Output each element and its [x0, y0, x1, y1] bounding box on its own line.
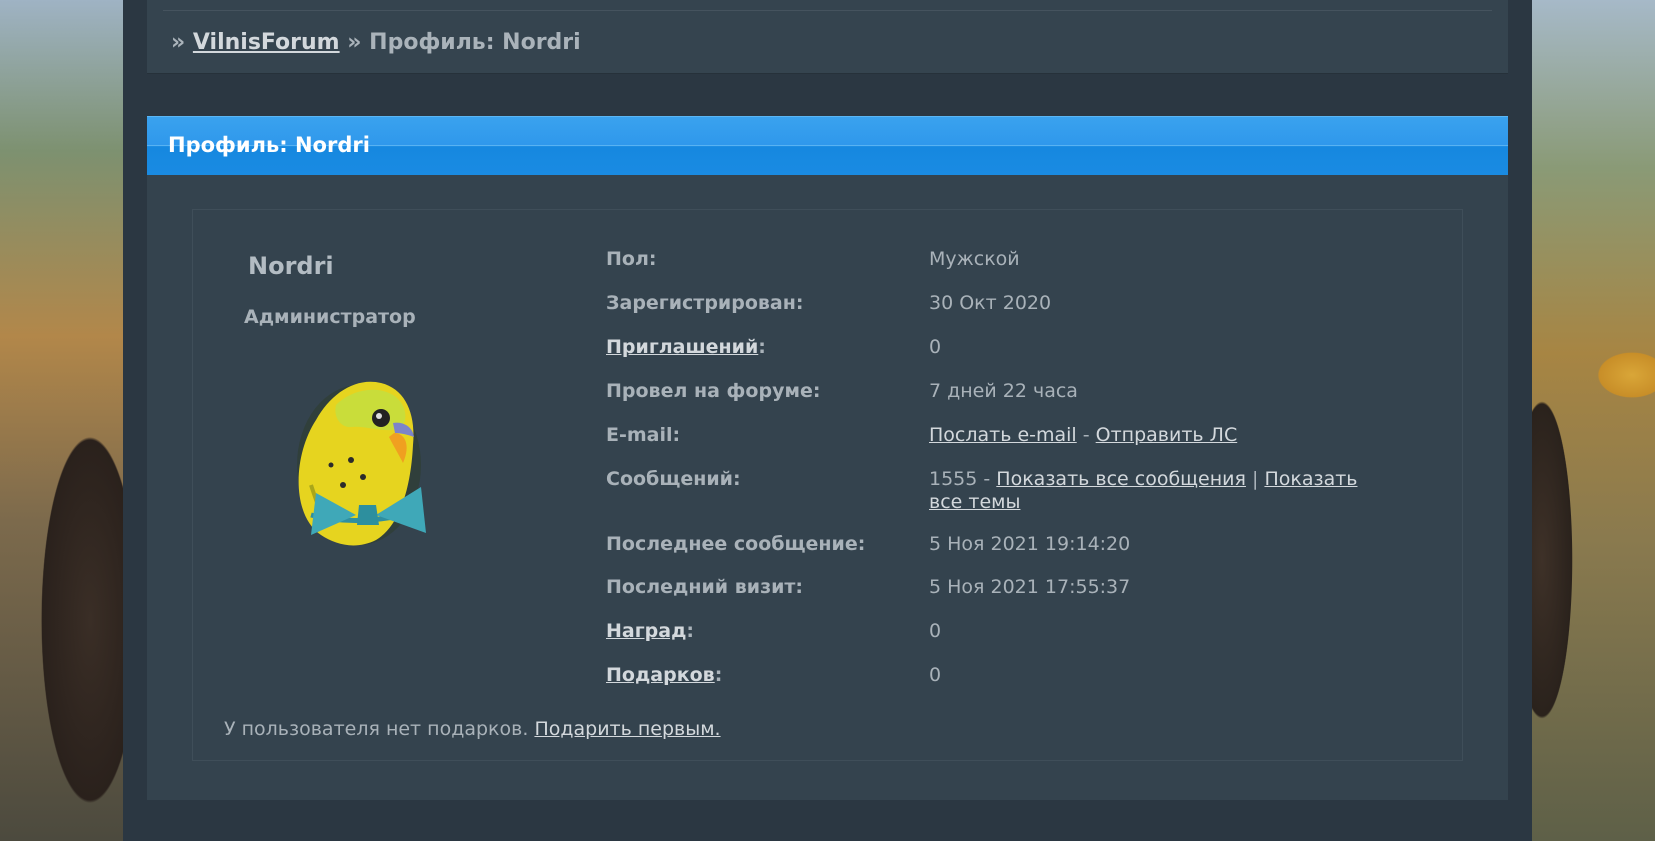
gift-first-link[interactable]: Подарить первым. — [534, 718, 720, 740]
invites-colon: : — [758, 336, 766, 358]
invites-value: 0 — [929, 336, 942, 358]
divider — [163, 10, 1492, 11]
gifts-value: 0 — [929, 664, 942, 686]
profile-title-bar: Профиль: Nordri — [147, 116, 1508, 175]
gender-value: Мужской — [929, 248, 1020, 270]
email-value: Послать e-mail - Отправить ЛС — [929, 424, 1429, 447]
registered-value: 30 Окт 2020 — [929, 292, 1052, 314]
avatar — [281, 365, 441, 550]
awards-link[interactable]: Наград — [606, 620, 686, 642]
last-post-value: 5 Ноя 2021 19:14:20 — [929, 533, 1131, 555]
background-left — [0, 0, 123, 841]
email-label: E-mail: — [606, 424, 681, 446]
budgie-avatar-icon — [297, 381, 426, 546]
send-pm-link[interactable]: Отправить ЛС — [1096, 424, 1238, 446]
breadcrumb-separator: » — [347, 30, 362, 55]
invites-link[interactable]: Приглашений — [606, 336, 758, 358]
posts-label: Сообщений: — [606, 468, 741, 490]
send-email-link[interactable]: Послать e-mail — [929, 424, 1077, 446]
breadcrumb-separator: » — [171, 30, 186, 55]
page-container: » VilnisForum » Профиль: Nordri Профиль:… — [123, 0, 1532, 841]
last-visit-value: 5 Ноя 2021 17:55:37 — [929, 576, 1131, 598]
last-post-label: Последнее сообщение: — [606, 533, 866, 555]
profile-username: Nordri — [248, 252, 334, 280]
show-all-posts-link[interactable]: Показать все сообщения — [996, 468, 1246, 490]
breadcrumb-panel: » VilnisForum » Профиль: Nordri — [147, 0, 1508, 74]
registered-label: Зарегистрирован: — [606, 292, 804, 314]
invites-label: Приглашений: — [606, 336, 766, 358]
separator: - — [977, 468, 997, 490]
gifts-link[interactable]: Подарков — [606, 664, 715, 686]
background-right — [1532, 0, 1655, 841]
gifts-label: Подарков: — [606, 664, 722, 686]
separator: | — [1245, 468, 1265, 490]
posts-value: 1555 - Показать все сообщения | Показать… — [929, 468, 1389, 514]
breadcrumb-current: Профиль: Nordri — [369, 30, 581, 55]
awards-label: Наград: — [606, 620, 694, 642]
page-title: Профиль: Nordri — [168, 133, 370, 157]
last-visit-label: Последний визит: — [606, 576, 804, 598]
gender-label: Пол: — [606, 248, 657, 270]
profile-card: Nordri Администратор Пол: Мужской Зареги… — [192, 209, 1463, 761]
gifts-colon: : — [714, 664, 723, 686]
gifts-note: У пользователя нет подарков. Подарить пе… — [224, 718, 721, 740]
separator: - — [1076, 424, 1096, 446]
profile-panel: Профиль: Nordri Nordri Администратор Пол… — [147, 116, 1508, 800]
awards-value: 0 — [929, 620, 942, 642]
breadcrumb: » VilnisForum » Профиль: Nordri — [171, 30, 581, 55]
time-on-forum-label: Провел на форуме: — [606, 380, 821, 402]
awards-colon: : — [686, 620, 695, 642]
profile-role: Администратор — [244, 306, 416, 328]
no-gifts-text: У пользователя нет подарков. — [224, 718, 529, 740]
time-on-forum-value: 7 дней 22 часа — [929, 380, 1078, 402]
breadcrumb-forum-link[interactable]: VilnisForum — [193, 30, 340, 55]
posts-count: 1555 — [929, 468, 978, 490]
